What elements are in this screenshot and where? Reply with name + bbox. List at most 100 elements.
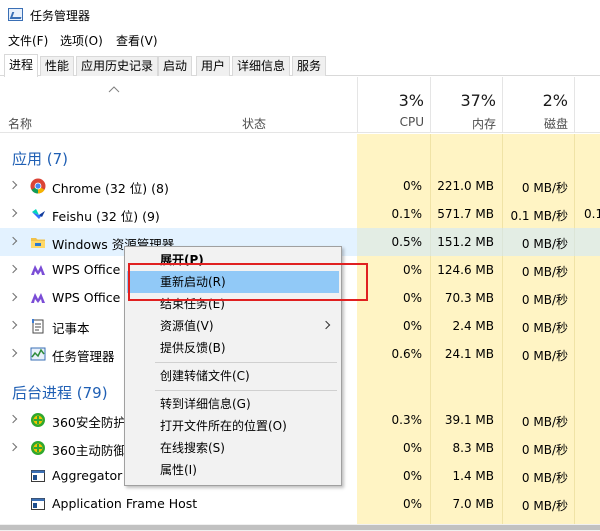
chevron-right-icon[interactable] <box>8 442 18 452</box>
disk-cell: 0 MB/秒 <box>521 499 568 513</box>
feishu-icon <box>32 209 45 219</box>
chevron-right-icon[interactable] <box>8 292 18 302</box>
disk-percent: 2% <box>542 91 568 110</box>
header-cpu[interactable]: 3% CPU <box>357 77 430 133</box>
menu-item-resource-values[interactable]: 资源值(V) <box>127 315 339 337</box>
window-title: 任务管理器 <box>30 9 91 23</box>
cpu-cell: 0.1% <box>391 207 423 221</box>
disk-cell: 0 MB/秒 <box>521 293 568 307</box>
table-row[interactable]: Application Frame Host 0% 7.0 MB 0 MB/秒 <box>0 490 600 518</box>
memory-percent: 37% <box>460 91 496 110</box>
memory-cell: 571.7 MB <box>437 207 494 221</box>
cpu-cell: 0% <box>402 179 422 193</box>
menu-view[interactable]: 查看(V) <box>116 32 158 49</box>
menu-separator <box>155 390 337 391</box>
header-memory[interactable]: 37% 内存 <box>430 77 502 133</box>
folder-icon <box>31 238 45 248</box>
group-apps: 应用 (7) <box>12 150 69 168</box>
memory-cell: 1.4 MB <box>452 469 494 483</box>
tab-services[interactable]: 服务 <box>292 56 327 76</box>
disk-label: 磁盘 <box>543 117 568 131</box>
memory-cell: 2.4 MB <box>452 319 494 333</box>
cpu-cell: 0% <box>402 469 422 483</box>
disk-cell: 0.1 MB/秒 <box>510 209 568 223</box>
tab-startup[interactable]: 启动 <box>158 56 193 76</box>
chevron-right-icon[interactable] <box>8 414 18 424</box>
tab-performance[interactable]: 性能 <box>40 56 75 76</box>
scrollbar-thumb[interactable] <box>0 525 600 530</box>
tab-processes[interactable]: 进程 <box>4 54 39 77</box>
menu-options[interactable]: 选项(O) <box>60 32 103 49</box>
chevron-right-icon[interactable] <box>8 208 18 218</box>
header-disk[interactable]: 2% 磁盘 <box>502 77 574 133</box>
tab-app-history[interactable]: 应用历史记录 <box>76 56 159 76</box>
task-manager-app-icon <box>8 8 23 21</box>
cpu-label: CPU <box>399 115 424 129</box>
cpu-cell: 0% <box>402 263 422 277</box>
chevron-right-icon[interactable] <box>8 264 18 274</box>
tab-bar: 进程 性能 应用历史记录 启动 用户 详细信息 服务 <box>0 54 600 77</box>
table-row[interactable]: Feishu (32 位) (9) 0.1% 571.7 MB 0.1 MB/秒… <box>0 200 600 228</box>
app-window-icon <box>31 470 45 482</box>
disk-cell: 0 MB/秒 <box>521 443 568 457</box>
process-name: 记事本 <box>52 321 90 336</box>
menu-file[interactable]: 文件(F) <box>8 32 48 49</box>
memory-cell: 8.3 MB <box>452 441 494 455</box>
process-name: Application Frame Host <box>52 496 198 511</box>
horizontal-scrollbar[interactable] <box>0 524 600 531</box>
group-background: 后台进程 (79) <box>12 384 108 402</box>
app-window-icon <box>31 498 45 510</box>
process-name: WPS Office ( <box>52 262 130 277</box>
table-row[interactable]: Chrome (32 位) (8) 0% 221.0 MB 0 MB/秒 <box>0 172 600 200</box>
menu-item-label: 资源值(V) <box>160 319 214 333</box>
tab-details[interactable]: 详细信息 <box>232 56 291 76</box>
chevron-right-icon[interactable] <box>8 236 18 246</box>
network-cell: 0.1 <box>584 207 600 221</box>
disk-cell: 0 MB/秒 <box>521 471 568 485</box>
process-name: 360主动防御 <box>52 443 126 458</box>
sort-up-icon[interactable] <box>108 85 120 93</box>
process-name: WPS Office ( <box>52 290 130 305</box>
cpu-cell: 0.6% <box>391 347 423 361</box>
wps-icon <box>31 293 45 303</box>
tab-users[interactable]: 用户 <box>196 56 231 76</box>
menu-separator <box>155 362 337 363</box>
menu-item-search-online[interactable]: 在线搜索(S) <box>127 437 339 459</box>
title-bar: 任务管理器 <box>0 0 600 30</box>
chevron-right-icon[interactable] <box>8 180 18 190</box>
disk-cell: 0 MB/秒 <box>521 349 568 363</box>
highlight-annotation <box>128 263 368 301</box>
cpu-cell: 0.5% <box>391 235 423 249</box>
chevron-right-icon[interactable] <box>8 348 18 358</box>
process-name: Aggregator <box>52 468 123 483</box>
header-network[interactable] <box>574 77 600 133</box>
360-icon <box>31 441 45 455</box>
disk-cell: 0 MB/秒 <box>521 321 568 335</box>
cpu-cell: 0.3% <box>391 413 423 427</box>
chevron-right-icon <box>321 320 331 330</box>
chrome-icon <box>30 178 46 194</box>
process-name: Feishu (32 位) (9) <box>52 209 160 224</box>
menu-item-create-dump[interactable]: 创建转储文件(C) <box>127 365 339 387</box>
header-status[interactable]: 状态 <box>242 115 266 132</box>
memory-cell: 39.1 MB <box>444 413 494 427</box>
cpu-percent: 3% <box>398 91 424 110</box>
memory-label: 内存 <box>471 117 496 131</box>
header-name[interactable]: 名称 <box>8 115 32 132</box>
memory-cell: 70.3 MB <box>444 291 494 305</box>
process-name: Chrome (32 位) (8) <box>52 181 169 196</box>
menu-item-open-file-location[interactable]: 打开文件所在的位置(O) <box>127 415 339 437</box>
menu-item-properties[interactable]: 属性(I) <box>127 459 339 481</box>
disk-cell: 0 MB/秒 <box>521 265 568 279</box>
task-manager-icon <box>30 347 46 361</box>
menu-item-feedback[interactable]: 提供反馈(B) <box>127 337 339 359</box>
memory-cell: 24.1 MB <box>444 347 494 361</box>
chevron-right-icon[interactable] <box>8 320 18 330</box>
disk-cell: 0 MB/秒 <box>521 181 568 195</box>
menu-item-go-to-details[interactable]: 转到详细信息(G) <box>127 393 339 415</box>
column-header: 名称 状态 3% CPU 37% 内存 2% 磁盘 <box>0 77 600 133</box>
memory-cell: 124.6 MB <box>437 263 494 277</box>
process-name: 任务管理器 <box>52 349 115 364</box>
cpu-cell: 0% <box>402 497 422 511</box>
memory-cell: 151.2 MB <box>437 235 494 249</box>
